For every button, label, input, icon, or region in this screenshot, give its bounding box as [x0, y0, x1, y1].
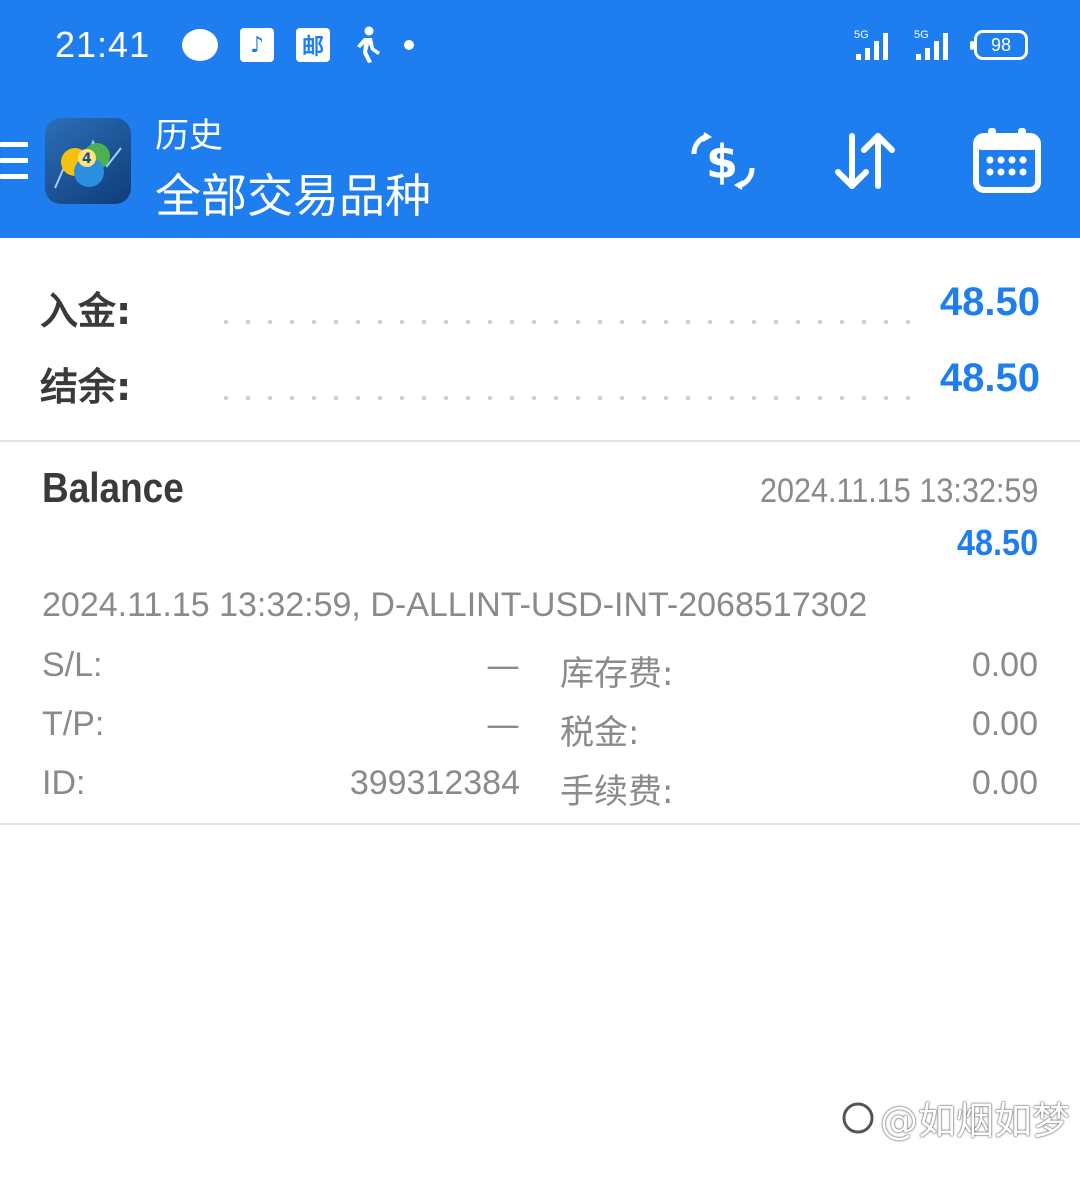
- sl-label: S/L:: [42, 646, 103, 684]
- summary-row-deposit: 入金: 48.50: [40, 280, 1040, 340]
- hamburger-icon: [0, 142, 28, 147]
- signal-label: 5G: [854, 29, 869, 41]
- id-label: ID:: [42, 764, 86, 802]
- message-icon: [182, 29, 218, 61]
- dollar-exchange-icon: $: [691, 132, 755, 190]
- dotted-leader: [215, 320, 910, 324]
- watermark-text: @如烟如梦: [879, 1099, 1070, 1143]
- signal-label-2: 5G: [914, 29, 929, 41]
- commission-value: 0.00: [971, 764, 1038, 802]
- sl-value: —: [486, 646, 520, 686]
- id-value: 399312384: [349, 764, 520, 802]
- summary-label: 入金:: [40, 289, 132, 333]
- walking-icon: [357, 26, 380, 63]
- summary-row-balance: 结余: 48.50: [40, 356, 1040, 416]
- watermark-logo-icon: [842, 1102, 874, 1133]
- signal-icon: 5G: [854, 29, 888, 60]
- summary-label: 结余:: [40, 365, 132, 409]
- summary-value: 48.50: [939, 356, 1040, 400]
- tp-value: —: [486, 705, 520, 745]
- svg-text:$: $: [706, 135, 738, 189]
- app-bar: 21:41 ♪ 邮 5G 5G 98 4 历史 全部交易品种 $: [0, 0, 1080, 238]
- more-notifications-dot: [404, 40, 414, 50]
- currency-exchange-button[interactable]: $: [688, 126, 758, 196]
- svg-text:4: 4: [82, 151, 92, 167]
- sort-button[interactable]: [830, 126, 900, 196]
- dotted-leader: [215, 396, 910, 400]
- deal-profit: 48.50: [956, 522, 1038, 563]
- app-logo: 4: [45, 118, 131, 204]
- deal-list-item[interactable]: Balance 2024.11.15 13:32:59 48.50 2024.1…: [0, 440, 1080, 825]
- hamburger-icon-line: [0, 158, 28, 163]
- hamburger-icon-line: [0, 174, 28, 179]
- calendar-button[interactable]: [972, 126, 1042, 196]
- symbol-filter[interactable]: 全部交易品种: [155, 160, 431, 226]
- metatrader-logo-icon: 4: [54, 139, 122, 189]
- swap-value: 0.00: [971, 646, 1038, 684]
- summary-value: 48.50: [939, 280, 1040, 324]
- sort-arrows-icon: [835, 133, 895, 189]
- swap-label: 库存费:: [560, 654, 674, 694]
- deal-type: Balance: [42, 464, 184, 511]
- tp-label: T/P:: [42, 705, 105, 743]
- mail-icon: 邮: [296, 28, 330, 62]
- deal-time: 2024.11.15 13:32:59: [759, 472, 1038, 510]
- notification-icons: ♪ 邮: [182, 26, 414, 64]
- battery-icon: 98: [970, 30, 1028, 60]
- commission-label: 手续费:: [560, 772, 674, 812]
- calendar-icon: [973, 128, 1041, 193]
- tax-label: 税金:: [560, 713, 640, 753]
- signal-icon-2: 5G: [914, 29, 948, 60]
- system-icons: 5G 5G 98: [854, 28, 1028, 62]
- menu-button[interactable]: [0, 142, 28, 182]
- status-time: 21:41: [55, 24, 151, 65]
- tiktok-icon: ♪: [240, 28, 274, 62]
- history-summary: 入金: 48.50 结余: 48.50: [0, 238, 1080, 442]
- tax-value: 0.00: [971, 705, 1038, 743]
- deal-comment: 2024.11.15 13:32:59, D-ALLINT-USD-INT-20…: [42, 586, 868, 624]
- watermark: @如烟如梦: [840, 1090, 1070, 1145]
- screen-subtitle: 历史: [155, 116, 223, 156]
